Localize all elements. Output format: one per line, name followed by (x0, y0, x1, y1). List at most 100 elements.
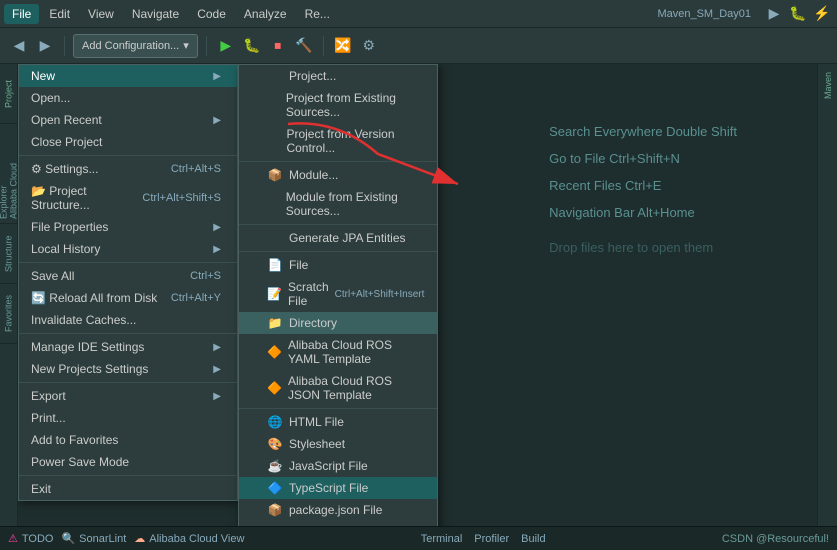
menu-view[interactable]: View (80, 4, 122, 24)
manage-ide-arrow-icon: ▶ (213, 342, 221, 353)
file-menu: New ▶ Open... Open Recent ▶ Close Projec… (18, 64, 238, 501)
menu-item-export[interactable]: Export ▶ (19, 385, 237, 407)
status-todo[interactable]: ⚠ TODO (8, 532, 53, 545)
menu-analyze[interactable]: Analyze (236, 4, 295, 24)
menu-item-local-history[interactable]: Local History ▶ (19, 238, 237, 260)
menu-bar: File Edit View Navigate Code Analyze Re.… (0, 0, 837, 28)
stop-btn[interactable]: ⏹ (267, 35, 289, 57)
menu-item-manage-ide[interactable]: Manage IDE Settings ▶ (19, 336, 237, 358)
menu-item-print[interactable]: Print... (19, 407, 237, 429)
sidebar-alibaba[interactable]: Alibaba Cloud Explorer (0, 124, 17, 224)
status-terminal[interactable]: Terminal (421, 533, 463, 545)
menu-item-power-save[interactable]: Power Save Mode (19, 451, 237, 473)
vcs-btn[interactable]: 🔀 (332, 35, 354, 57)
project-name: Maven_SM_Day01 (657, 8, 751, 20)
menu-code[interactable]: Code (189, 4, 234, 24)
new-item-module[interactable]: 📦 Module... (239, 164, 437, 186)
menu-item-save-all[interactable]: Save All Ctrl+S (19, 265, 237, 287)
toolbar-debug-btn[interactable]: 🐛 (787, 3, 809, 25)
ros-yaml-icon: 🔶 (267, 345, 282, 359)
new-projects-arrow-icon: ▶ (213, 364, 221, 375)
scratch-icon: 📝 (267, 287, 282, 301)
menu-item-file-properties[interactable]: File Properties ▶ (19, 216, 237, 238)
new-item-package-json[interactable]: 📦 package.json File (239, 499, 437, 521)
new-sep-3 (239, 251, 437, 252)
js-icon: ☕ (267, 459, 283, 473)
menu-item-invalidate[interactable]: Invalidate Caches... (19, 309, 237, 331)
toolbar-profile-btn[interactable]: ⚡ (811, 3, 833, 25)
new-arrow-icon: ▶ (213, 71, 221, 82)
new-item-module-existing[interactable]: Module from Existing Sources... (239, 186, 437, 222)
menu-item-new-projects[interactable]: New Projects Settings ▶ (19, 358, 237, 380)
run-btn[interactable]: ▶ (215, 35, 237, 57)
sidebar-project[interactable]: Project (0, 64, 17, 124)
new-item-directory[interactable]: 📁 Directory (239, 312, 437, 334)
dropdown-arrow-icon: ▾ (183, 39, 189, 52)
new-item-jpa[interactable]: Generate JPA Entities (239, 227, 437, 249)
new-item-stylesheet[interactable]: 🎨 Stylesheet (239, 433, 437, 455)
separator-2 (19, 262, 237, 263)
new-item-ros-json[interactable]: 🔶 Alibaba Cloud ROS JSON Template (239, 370, 437, 406)
maven-panel-label[interactable]: Maven (821, 68, 835, 103)
ros-json-icon: 🔶 (267, 381, 282, 395)
new-item-html[interactable]: 🌐 HTML File (239, 411, 437, 433)
menu-item-close-project[interactable]: Close Project (19, 131, 237, 153)
config-dropdown[interactable]: Add Configuration... ▾ (73, 34, 198, 58)
toolbar: ◀ ▶ Add Configuration... ▾ ▶ 🐛 ⏹ 🔨 🔀 ⚙ (0, 28, 837, 64)
build-btn[interactable]: 🔨 (293, 35, 315, 57)
menu-navigate[interactable]: Navigate (124, 4, 187, 24)
local-history-arrow-icon: ▶ (213, 244, 221, 255)
status-build[interactable]: Build (521, 533, 545, 545)
drop-hint: Drop files here to open them (549, 240, 713, 255)
settings-btn[interactable]: ⚙ (358, 35, 380, 57)
menu-edit[interactable]: Edit (41, 4, 78, 24)
new-sep-1 (239, 161, 437, 162)
file-props-arrow-icon: ▶ (213, 222, 221, 233)
goto-file-hint: Go to File Ctrl+Shift+N (549, 151, 680, 166)
file-icon: 📄 (267, 258, 283, 272)
sidebar-structure[interactable]: Structure (0, 224, 17, 284)
ts-icon: 🔷 (267, 481, 283, 495)
menu-item-exit[interactable]: Exit (19, 478, 237, 500)
new-item-ros-yaml[interactable]: 🔶 Alibaba Cloud ROS YAML Template (239, 334, 437, 370)
recent-files-hint: Recent Files Ctrl+E (549, 178, 661, 193)
status-sonarlint[interactable]: 🔍 SonarLint (61, 532, 126, 545)
back-btn[interactable]: ◀ (8, 35, 30, 57)
menu-item-reload[interactable]: 🔄 Reload All from Disk Ctrl+Alt+Y (19, 287, 237, 309)
menu-file[interactable]: File (4, 4, 39, 24)
status-bar: ⚠ TODO 🔍 SonarLint ☁ Alibaba Cloud View … (0, 526, 837, 550)
new-submenu: Project... Project from Existing Sources… (238, 64, 438, 526)
menu-item-open[interactable]: Open... (19, 87, 237, 109)
new-sep-4 (239, 408, 437, 409)
status-alibaba[interactable]: ☁ Alibaba Cloud View (134, 532, 244, 545)
html-icon: 🌐 (267, 415, 283, 429)
open-recent-arrow-icon: ▶ (213, 115, 221, 126)
package-json-icon: 📦 (267, 503, 283, 517)
new-item-project[interactable]: Project... (239, 65, 437, 87)
menu-refactor[interactable]: Re... (297, 4, 338, 24)
menu-item-add-favorites[interactable]: Add to Favorites (19, 429, 237, 451)
new-item-js[interactable]: ☕ JavaScript File (239, 455, 437, 477)
status-profiler[interactable]: Profiler (474, 533, 509, 545)
forward-btn[interactable]: ▶ (34, 35, 56, 57)
menu-item-settings[interactable]: ⚙ Settings... Ctrl+Alt+S (19, 158, 237, 180)
directory-icon: 📁 (267, 316, 283, 330)
new-item-scratch[interactable]: 📝 Scratch File Ctrl+Alt+Shift+Insert (239, 276, 437, 312)
menu-item-open-recent[interactable]: Open Recent ▶ (19, 109, 237, 131)
menu-item-new[interactable]: New ▶ (19, 65, 237, 87)
new-item-kotlin-script[interactable]: 🔹 Kotlin Script (239, 521, 437, 526)
module-icon: 📦 (267, 168, 283, 182)
separator-4 (19, 382, 237, 383)
new-item-file[interactable]: 📄 File (239, 254, 437, 276)
new-item-ts[interactable]: 🔷 TypeScript File (239, 477, 437, 499)
navigation-hint: Navigation Bar Alt+Home (549, 205, 695, 220)
menu-item-project-structure[interactable]: 📂 Project Structure... Ctrl+Alt+Shift+S (19, 180, 237, 216)
css-icon: 🎨 (267, 437, 283, 451)
new-item-project-vcs[interactable]: Project from Version Control... (239, 123, 437, 159)
separator-1 (19, 155, 237, 156)
new-item-project-existing[interactable]: Project from Existing Sources... (239, 87, 437, 123)
sidebar-favorites[interactable]: Favorites (0, 284, 17, 344)
status-watermark: CSDN @Resourceful! (722, 533, 829, 545)
debug-btn[interactable]: 🐛 (241, 35, 263, 57)
toolbar-run-btn[interactable]: ▶ (763, 3, 785, 25)
